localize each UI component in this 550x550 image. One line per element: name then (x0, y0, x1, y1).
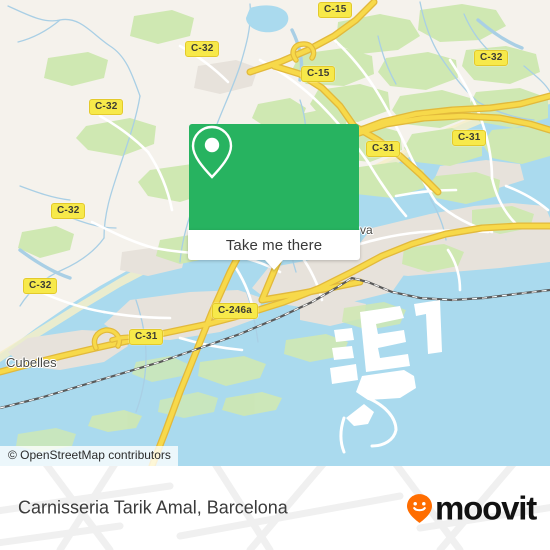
place-label-partial: va (360, 223, 373, 237)
road-shield: C-15 (301, 66, 336, 82)
road-shield: C-31 (452, 130, 487, 146)
map-popup[interactable]: Take me there (188, 124, 360, 270)
road-shield: C-32 (51, 203, 86, 219)
road-shield: C-246a (212, 303, 258, 319)
road-shield: C-32 (185, 41, 220, 57)
take-me-there-label: Take me there (225, 236, 323, 254)
popup-header (189, 124, 359, 230)
moovit-logo[interactable]: moovit (406, 489, 537, 527)
take-me-there-button[interactable]: Take me there (188, 230, 360, 270)
road-shield: C-32 (23, 278, 58, 294)
road-shield: C-32 (89, 99, 124, 115)
moovit-map-card: C-15 C-32 C-15 C-32 C-32 C-31 C-31 C-32 … (0, 0, 550, 550)
popup-pointer (265, 260, 283, 270)
road-shield: C-31 (129, 329, 164, 345)
map-attribution[interactable]: © OpenStreetMap contributors (0, 446, 178, 466)
map-pin-icon (191, 125, 233, 179)
place-label-cubelles: Cubelles (6, 355, 57, 370)
footer-bar: Carnisseria Tarik Amal, Barcelona moovit (0, 466, 550, 550)
road-shield: C-15 (318, 2, 353, 18)
road-shield: C-31 (366, 141, 401, 157)
moovit-wordmark: moovit (435, 489, 537, 527)
map-canvas[interactable]: C-15 C-32 C-15 C-32 C-32 C-31 C-31 C-32 … (0, 0, 550, 466)
moovit-smiley-pin-icon (407, 493, 433, 523)
page-title: Carnisseria Tarik Amal, Barcelona (18, 497, 288, 518)
road-shield: C-32 (474, 50, 509, 66)
